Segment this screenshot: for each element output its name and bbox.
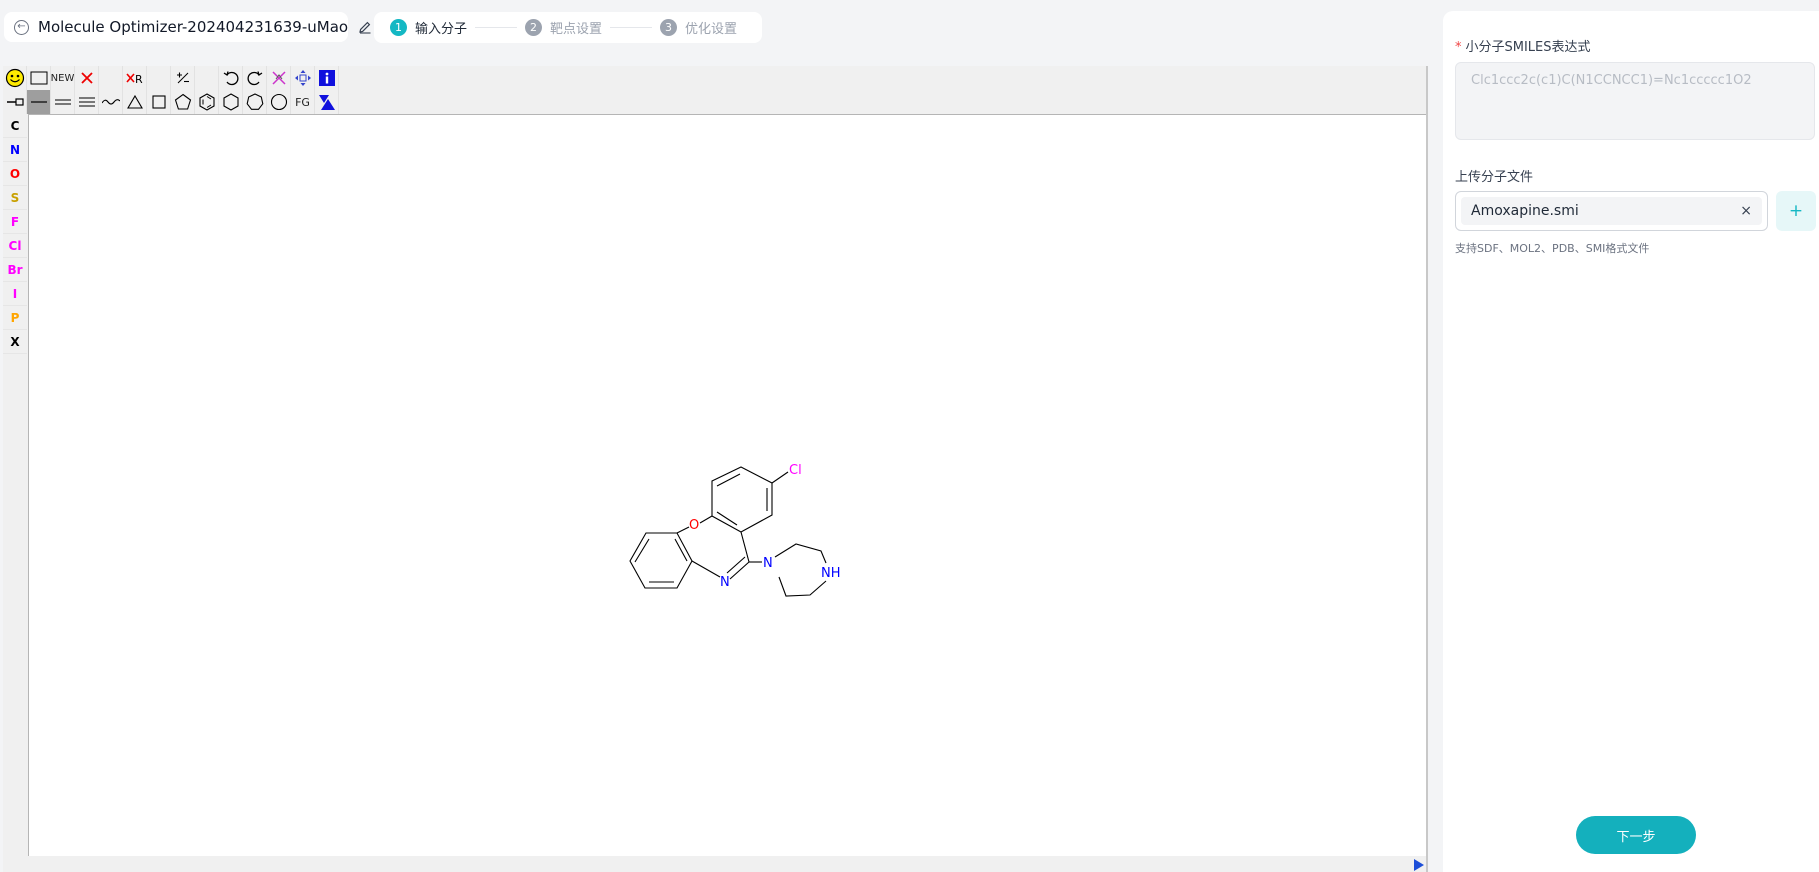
add-file-button[interactable]: + — [1776, 191, 1816, 231]
molecule-structure: Cl O N N NH — [629, 463, 841, 597]
step-target-settings: 2 靶点设置 — [525, 18, 602, 37]
next-step-button[interactable]: 下一步 — [1576, 816, 1696, 854]
element-palette: C N O S F Cl Br I P X — [3, 114, 27, 354]
step-number: 3 — [660, 19, 678, 36]
element-br-button[interactable]: Br — [3, 258, 27, 282]
step-optimization-settings: 3 优化设置 — [660, 18, 737, 37]
select-rect-icon[interactable] — [27, 66, 51, 90]
required-mark: * — [1455, 40, 1462, 55]
atom-label-o: O — [689, 518, 699, 533]
remove-file-icon[interactable]: × — [1740, 203, 1752, 219]
step-divider — [610, 27, 653, 28]
step-label: 优化设置 — [685, 22, 738, 37]
file-upload-field[interactable]: Amoxapine.smi × — [1455, 191, 1768, 231]
atom-label-n-piperazine: N — [763, 556, 773, 571]
step-input-molecule: 1 输入分子 — [390, 18, 467, 37]
step-indicator: 1 输入分子 2 靶点设置 3 优化设置 — [374, 12, 762, 43]
atom-label-cl: Cl — [789, 463, 802, 478]
new-button[interactable]: NEW — [51, 66, 75, 90]
hexagon-ring-icon[interactable] — [219, 90, 243, 114]
back-icon[interactable]: ← — [14, 19, 29, 35]
square-ring-icon[interactable] — [147, 90, 171, 114]
project-title: Molecule Optimizer-202404231639-uMao — [38, 18, 349, 36]
element-c-button[interactable]: C — [3, 114, 27, 138]
octagon-ring-icon[interactable] — [267, 90, 291, 114]
atom-label-nh: NH — [821, 566, 841, 581]
pencil-icon[interactable] — [358, 20, 372, 34]
element-i-button[interactable]: I — [3, 282, 27, 306]
element-cl-button[interactable]: Cl — [3, 234, 27, 258]
delete-x-icon[interactable] — [75, 66, 99, 90]
atom-label-n-imine: N — [720, 575, 730, 590]
single-bond-icon[interactable] — [27, 90, 51, 114]
functional-group-button[interactable]: FG — [291, 90, 315, 114]
undo-icon[interactable] — [219, 66, 243, 90]
element-x-button[interactable]: X — [3, 330, 27, 354]
step-label: 靶点设置 — [550, 22, 603, 37]
charge-icon[interactable] — [171, 66, 195, 90]
step-label: 输入分子 — [415, 22, 468, 37]
move-icon[interactable] — [291, 66, 315, 90]
clear-r-icon[interactable]: R — [123, 66, 147, 90]
erase-icon[interactable] — [267, 66, 291, 90]
file-format-hint: 支持SDF、MOL2、PDB、SMI格式文件 — [1455, 242, 1650, 255]
smiles-label-text: 小分子SMILES表达式 — [1465, 40, 1591, 55]
wavy-bond-icon[interactable] — [99, 90, 123, 114]
info-icon[interactable] — [315, 66, 339, 90]
element-p-button[interactable]: P — [3, 306, 27, 330]
smiles-label: * 小分子SMILES表达式 — [1455, 36, 1591, 55]
redo-icon[interactable] — [243, 66, 267, 90]
benzene-ring-icon[interactable] — [195, 90, 219, 114]
scroll-right-arrow-icon[interactable] — [1414, 859, 1424, 871]
molecule-editor: NEW R FG C N O S F Cl Br I P X Cl O N N … — [3, 66, 1428, 872]
smiles-input[interactable]: Clc1ccc2c(c1)C(N1CCNCC1)=Nc1ccccc1O2 — [1455, 62, 1815, 140]
blank-tool[interactable] — [99, 66, 123, 90]
smiley-icon[interactable] — [3, 66, 27, 90]
step-number: 2 — [525, 19, 543, 36]
editor-toolbar-bonds: FG — [3, 90, 339, 114]
uploaded-file-chip: Amoxapine.smi × — [1461, 197, 1762, 225]
triple-bond-icon[interactable] — [75, 90, 99, 114]
step-divider — [475, 27, 518, 28]
uploaded-file-name: Amoxapine.smi — [1471, 203, 1579, 219]
input-panel: * 小分子SMILES表达式 Clc1ccc2c(c1)C(N1CCNCC1)=N… — [1443, 11, 1819, 872]
element-s-button[interactable]: S — [3, 186, 27, 210]
element-o-button[interactable]: O — [3, 162, 27, 186]
drawing-canvas[interactable]: Cl O N N NH — [28, 114, 1426, 856]
element-f-button[interactable]: F — [3, 210, 27, 234]
chain-icon[interactable] — [3, 90, 27, 114]
heptagon-ring-icon[interactable] — [243, 90, 267, 114]
project-title-bar: ← Molecule Optimizer-202404231639-uMao — [4, 12, 371, 42]
editor-toolbar-top: NEW R — [3, 66, 339, 90]
blank-tool[interactable] — [147, 66, 171, 90]
template-icon[interactable] — [315, 90, 339, 114]
triangle-ring-icon[interactable] — [123, 90, 147, 114]
blank-tool[interactable] — [195, 66, 219, 90]
step-number: 1 — [390, 19, 407, 36]
pentagon-ring-icon[interactable] — [171, 90, 195, 114]
svg-text:R: R — [135, 73, 143, 85]
element-n-button[interactable]: N — [3, 138, 27, 162]
double-bond-icon[interactable] — [51, 90, 75, 114]
upload-label: 上传分子文件 — [1455, 170, 1534, 185]
